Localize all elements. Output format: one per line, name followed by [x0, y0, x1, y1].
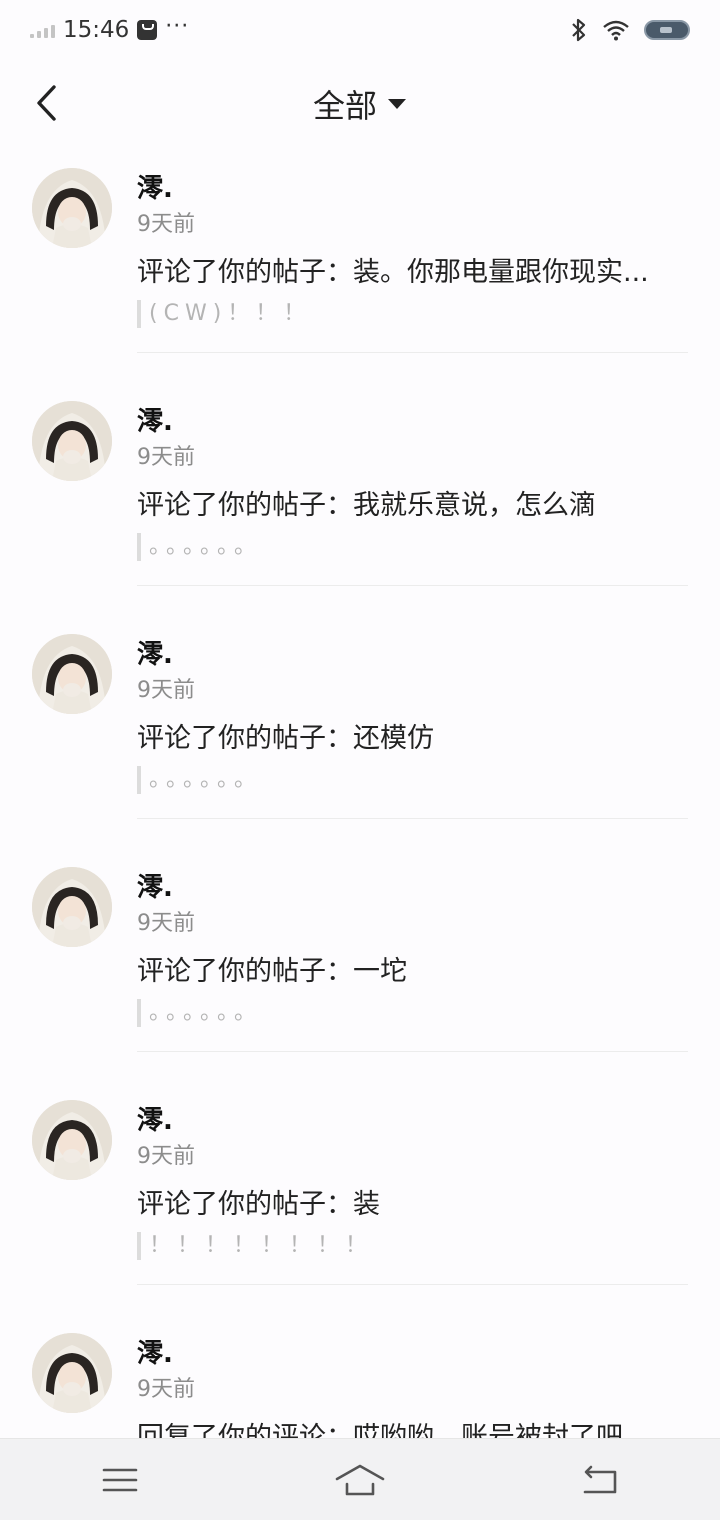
nav-header: 全部 [0, 60, 720, 150]
avatar[interactable] [32, 168, 112, 248]
quoted-post: (CW)！！！ [137, 300, 311, 328]
timestamp: 9天前 [137, 911, 195, 936]
quoted-post: ！！！！！！！！ [137, 1232, 373, 1260]
status-time: 15:46 [63, 17, 130, 43]
divider [137, 818, 688, 819]
comment-text: 回复了你的评论：哎哟哟，账号被封了吧 [137, 1422, 623, 1438]
list-item[interactable]: 澪. 9天前 评论了你的帖子：我就乐意说，怎么滴 。。。。。。 [0, 383, 720, 616]
username: 澪. [137, 1106, 173, 1136]
list-item[interactable]: 澪. 9天前 回复了你的评论：哎哟哟，账号被封了吧 [0, 1315, 720, 1438]
back-icon [583, 1465, 617, 1493]
divider [137, 1284, 688, 1285]
menu-icon [102, 1468, 138, 1491]
list-item[interactable]: 澪. 9天前 评论了你的帖子：装 ！！！！！！！！ [0, 1082, 720, 1315]
quoted-post: 。。。。。。 [137, 533, 262, 561]
quoted-post: 。。。。。。 [137, 766, 262, 794]
avatar[interactable] [32, 1333, 112, 1413]
avatar[interactable] [32, 867, 112, 947]
username: 澪. [137, 1339, 173, 1369]
divider [137, 585, 688, 586]
system-nav-bar [0, 1438, 720, 1520]
timestamp: 9天前 [137, 1377, 195, 1402]
timestamp: 9天前 [137, 445, 195, 470]
comment-text: 评论了你的帖子：还模仿 [137, 723, 434, 754]
battery-icon [644, 20, 690, 40]
username: 澪. [137, 174, 173, 204]
bluetooth-icon [572, 18, 586, 42]
avatar[interactable] [32, 1100, 112, 1180]
timestamp: 9天前 [137, 1144, 195, 1169]
list-item[interactable]: 澪. 9天前 评论了你的帖子：一坨 。。。。。。 [0, 849, 720, 1082]
comment-text: 评论了你的帖子：一坨 [137, 956, 407, 987]
timestamp: 9天前 [137, 678, 195, 703]
filter-dropdown[interactable]: 全部 [0, 82, 720, 126]
caret-down-icon [388, 99, 406, 109]
status-bar: 15:46 ··· [0, 0, 720, 60]
wifi-icon [603, 20, 629, 41]
comment-text: 评论了你的帖子：装。你那电量跟你现实... [137, 257, 649, 288]
system-back-button[interactable] [560, 1450, 640, 1510]
more-dots-icon: ··· [165, 13, 190, 39]
list-item[interactable]: 澪. 9天前 评论了你的帖子：还模仿 。。。。。。 [0, 616, 720, 849]
avatar[interactable] [32, 634, 112, 714]
menu-button[interactable] [80, 1450, 160, 1510]
username: 澪. [137, 640, 173, 670]
notification-list: 澪. 9天前 评论了你的帖子：装。你那电量跟你现实... (CW)！！！ 澪. … [0, 150, 720, 1438]
message-icon [137, 20, 158, 40]
comment-text: 评论了你的帖子：装 [137, 1189, 380, 1220]
divider [137, 352, 688, 353]
comment-text: 评论了你的帖子：我就乐意说，怎么滴 [137, 490, 596, 521]
username: 澪. [137, 407, 173, 437]
home-icon [335, 1464, 385, 1495]
quoted-post: 。。。。。。 [137, 999, 262, 1027]
signal-icon [30, 22, 55, 38]
page-title: 全部 [312, 87, 377, 125]
avatar[interactable] [32, 401, 112, 481]
timestamp: 9天前 [137, 212, 195, 237]
username: 澪. [137, 873, 173, 903]
home-button[interactable] [320, 1450, 400, 1510]
divider [137, 1051, 688, 1052]
list-item[interactable]: 澪. 9天前 评论了你的帖子：装。你那电量跟你现实... (CW)！！！ [0, 150, 720, 383]
